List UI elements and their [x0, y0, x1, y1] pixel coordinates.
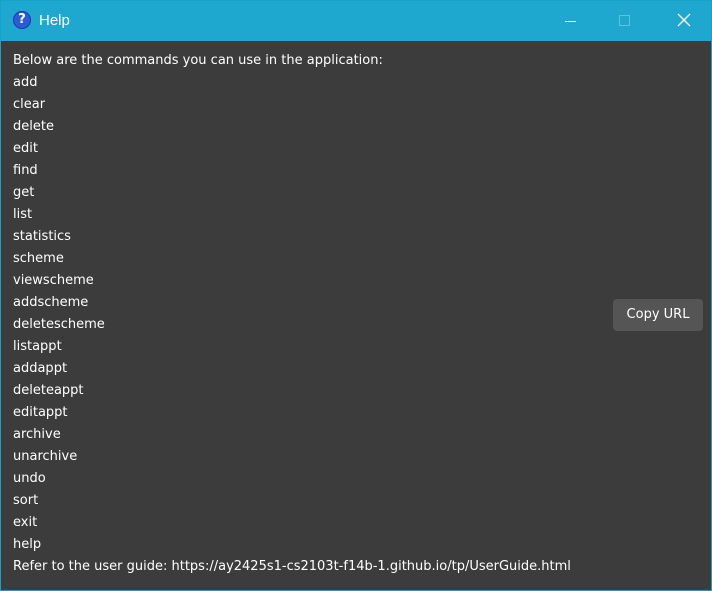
help-content: Below are the commands you can use in th…: [1, 41, 711, 590]
command-item: addappt: [13, 361, 68, 376]
command-item: deletescheme: [13, 317, 105, 332]
command-item: clear: [13, 97, 46, 112]
user-guide-text: Refer to the user guide: https://ay2425s…: [13, 559, 571, 574]
command-item: undo: [13, 471, 46, 486]
close-icon: [677, 13, 691, 27]
command-item: scheme: [13, 251, 64, 266]
command-item: delete: [13, 119, 54, 134]
maximize-button[interactable]: [601, 1, 647, 41]
title-bar[interactable]: ? Help: [1, 1, 711, 41]
command-item: listappt: [13, 339, 62, 354]
command-item: unarchive: [13, 449, 78, 464]
command-item: archive: [13, 427, 61, 442]
command-item: find: [13, 163, 38, 178]
command-item: sort: [13, 493, 39, 508]
command-item: help: [13, 537, 42, 552]
command-item: list: [13, 207, 33, 222]
help-text: Below are the commands you can use in th…: [13, 50, 571, 578]
window-title: Help: [39, 12, 70, 29]
command-item: deleteappt: [13, 383, 84, 398]
command-item: viewscheme: [13, 273, 94, 288]
help-window: ? Help Below are the commands you can us…: [0, 0, 712, 591]
command-item: editappt: [13, 405, 68, 420]
minimize-button[interactable]: [547, 1, 593, 41]
command-item: exit: [13, 515, 38, 530]
maximize-icon: [619, 15, 630, 26]
command-item: get: [13, 185, 35, 200]
command-item: addscheme: [13, 295, 89, 310]
command-item: add: [13, 75, 38, 90]
intro-text: Below are the commands you can use in th…: [13, 53, 383, 68]
close-button[interactable]: [661, 1, 707, 41]
help-icon: ?: [13, 11, 31, 29]
command-item: edit: [13, 141, 38, 156]
copy-url-button[interactable]: Copy URL: [613, 299, 703, 331]
command-item: statistics: [13, 229, 71, 244]
minimize-icon: [565, 21, 576, 22]
